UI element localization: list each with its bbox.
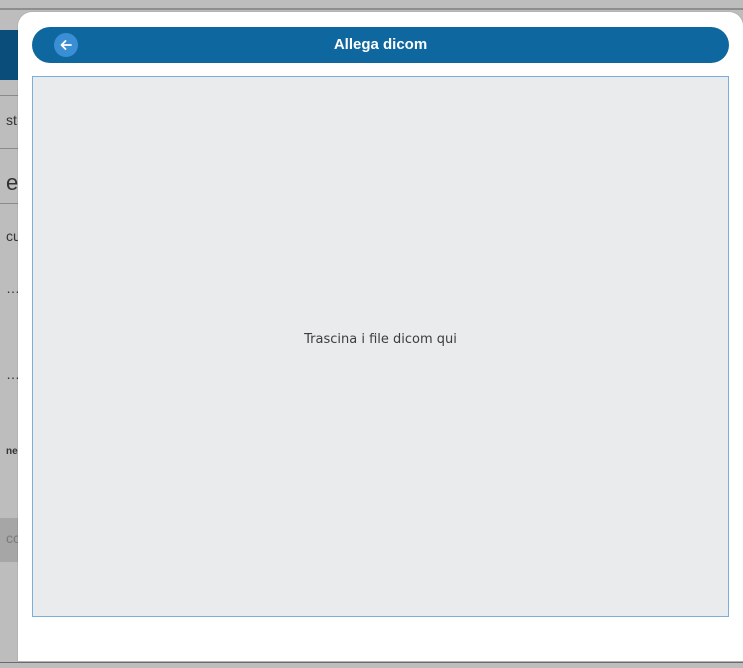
background-divider [0,662,743,663]
background-divider [0,95,20,96]
background-divider [0,148,20,149]
background-divider [0,203,20,204]
drop-zone-instruction: Trascina i file dicom qui [304,332,457,347]
dialog-header: Allega dicom [32,27,729,63]
dialog-title: Allega dicom [333,36,428,53]
background-block: cc [0,518,20,562]
dicom-drop-zone[interactable]: Trascina i file dicom qui [32,76,729,617]
attach-dicom-dialog: Allega dicom Trascina i file dicom qui [18,12,743,661]
background-divider [0,8,743,10]
background-header-bar [0,30,20,80]
